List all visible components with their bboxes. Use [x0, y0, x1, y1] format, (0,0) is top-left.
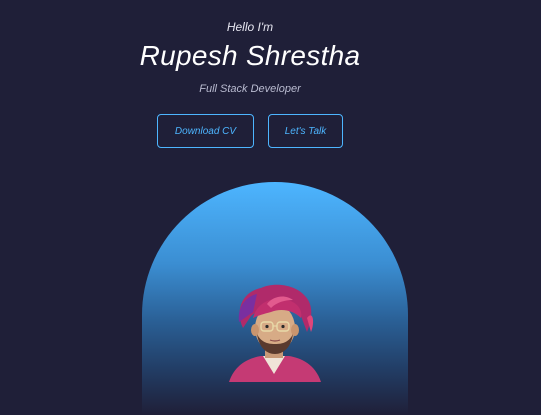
greeting-text: Hello I'm — [226, 20, 274, 34]
hero-name: Rupesh Shrestha — [139, 40, 361, 71]
lets-talk-button[interactable]: Let's Talk — [268, 114, 343, 148]
profile-arch — [142, 182, 408, 415]
profile-avatar — [229, 284, 321, 382]
download-cv-button[interactable]: Download CV — [157, 114, 254, 148]
hero-header: Hello I'm Rupesh Shrestha Full Stack Dev… — [0, 0, 541, 415]
hero-role: Full Stack Developer — [199, 83, 301, 95]
